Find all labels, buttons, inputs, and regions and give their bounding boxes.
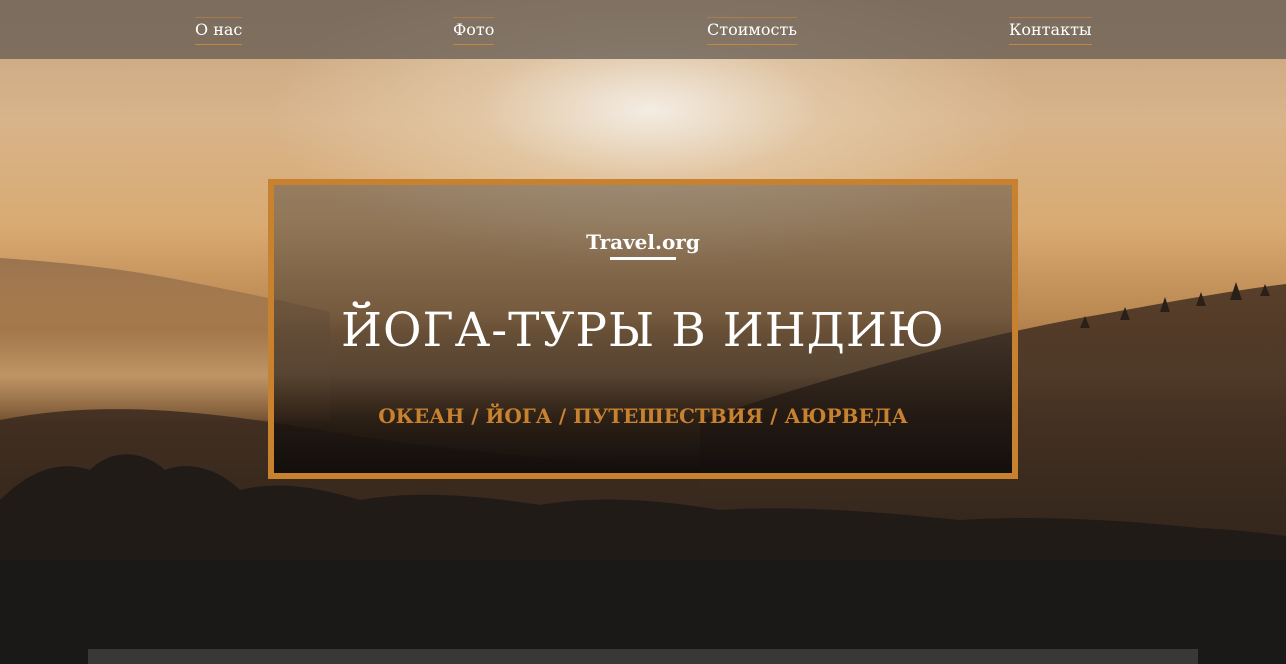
hero-tags: ОКЕАН / ЙОГА / ПУТЕШЕСТВИЯ / АЮРВЕДА	[378, 404, 908, 428]
hero-headline: ЙОГА-ТУРЫ В ИНДИЮ	[341, 303, 945, 358]
hero-frame: Travel.org ЙОГА-ТУРЫ В ИНДИЮ ОКЕАН / ЙОГ…	[268, 179, 1018, 479]
nav-link-about[interactable]: О нас	[195, 17, 243, 45]
nav-link-price[interactable]: Стоимость	[707, 17, 797, 45]
page: О нас Фото Стоимость Контакты Travel.org…	[0, 0, 1286, 664]
top-navigation: О нас Фото Стоимость Контакты	[0, 0, 1286, 59]
nav-link-photo[interactable]: Фото	[453, 17, 495, 45]
nav-link-contacts[interactable]: Контакты	[1009, 17, 1092, 45]
brand-underline	[610, 257, 676, 260]
content-panel-top-edge	[88, 649, 1198, 664]
brand-logo-text: Travel.org	[586, 230, 700, 254]
